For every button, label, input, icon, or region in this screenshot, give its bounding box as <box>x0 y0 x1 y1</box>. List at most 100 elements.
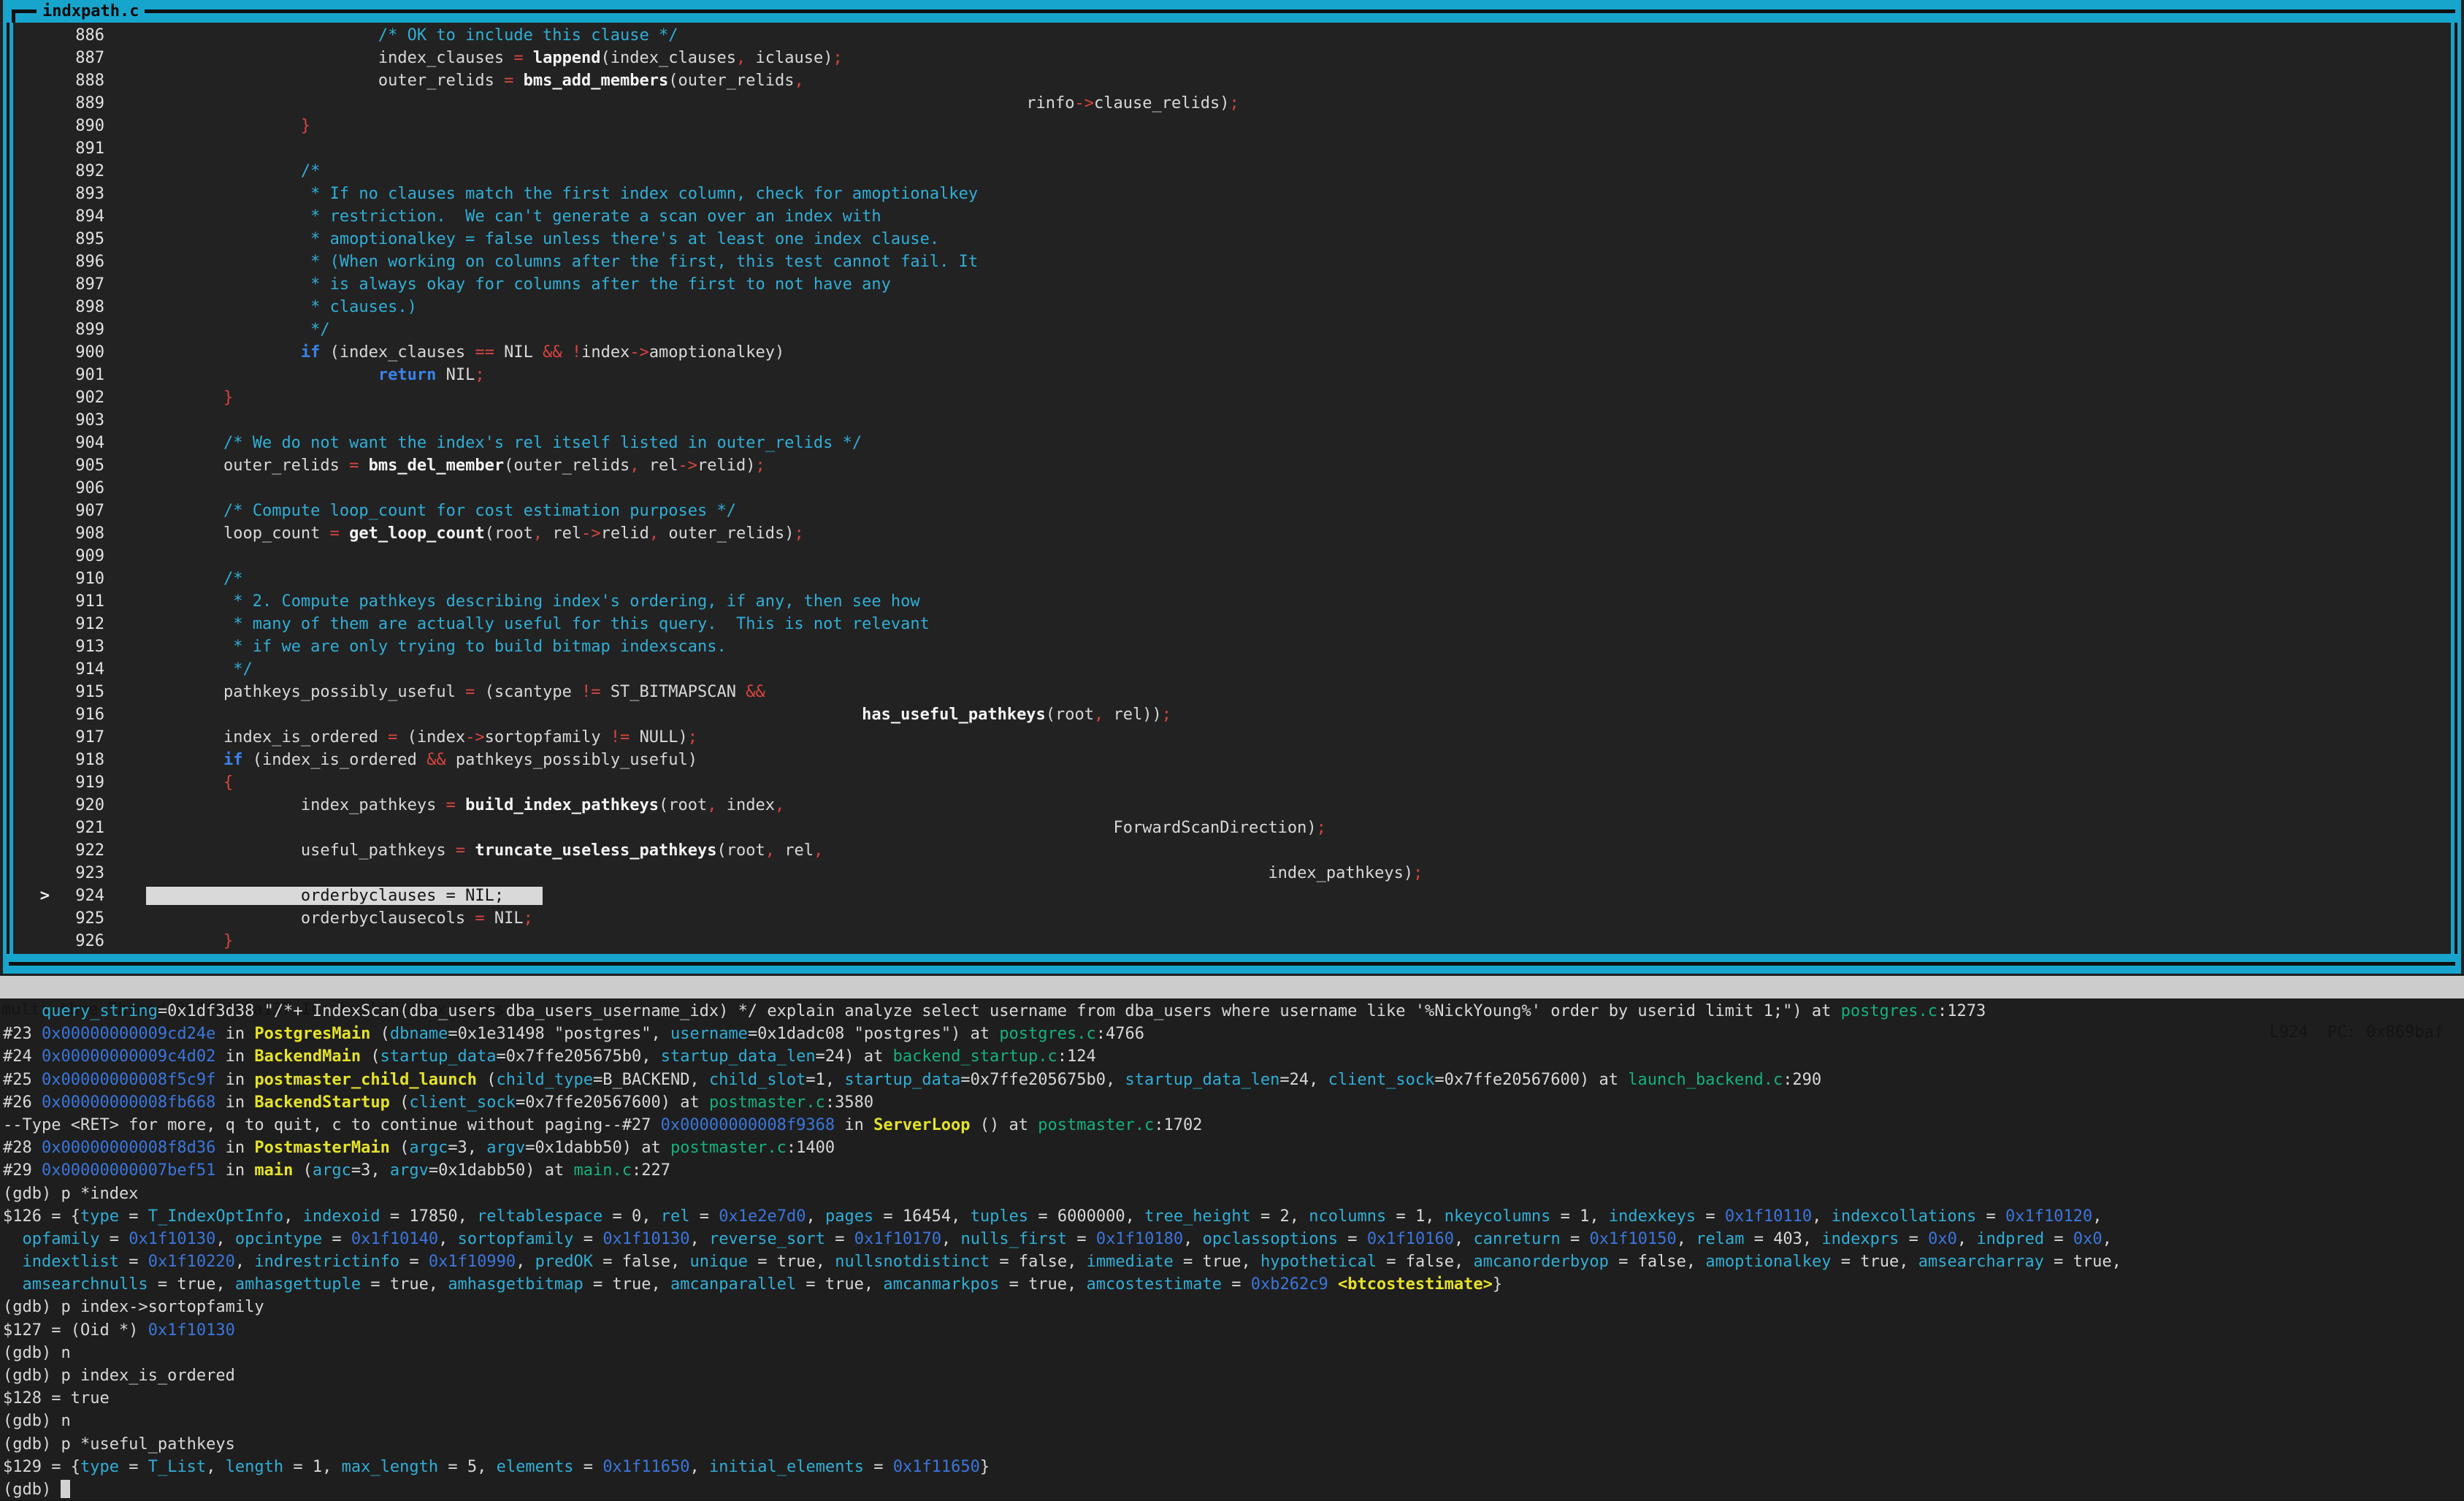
line-number: 925 <box>50 907 104 930</box>
console-line: (gdb) p index->sortopfamily <box>3 1296 2464 1318</box>
line-number: 906 <box>50 477 104 500</box>
source-line: 896 * (When working on columns after the… <box>13 251 2451 273</box>
line-number: 926 <box>50 930 104 952</box>
source-window-border-left <box>3 23 13 954</box>
source-code-text: /* <box>104 160 320 183</box>
source-code-text: return NIL; <box>104 364 485 386</box>
source-window-border-top: indxpath.c <box>3 0 2461 23</box>
source-code-text: ForwardScanDirection); <box>104 817 1326 839</box>
source-line: 895 * amoptionalkey = false unless there… <box>13 228 2451 251</box>
marker-column <box>13 794 50 817</box>
marker-column <box>13 568 50 590</box>
source-code-text: * is always okay for columns after the f… <box>104 273 891 296</box>
source-line: 912 * many of them are actually useful f… <box>13 613 2451 635</box>
source-code-text: * many of them are actually useful for t… <box>104 613 930 635</box>
source-line: 890 } <box>13 115 2451 137</box>
current-line-highlight: orderbyclauses = NIL; <box>104 885 543 907</box>
console-line: opfamily = 0x1f10130, opcintype = 0x1f10… <box>3 1228 2464 1250</box>
marker-column <box>13 500 50 522</box>
source-line: 897 * is always okay for columns after t… <box>13 273 2451 296</box>
marker-column <box>13 635 50 658</box>
source-line: 922 useful_pathkeys = truncate_useless_p… <box>13 839 2451 862</box>
gdb-console[interactable]: query_string=0x1df3d38 "/*+ IndexScan(db… <box>3 1000 2464 1501</box>
marker-column <box>13 749 50 771</box>
source-line: 921 ForwardScanDirection); <box>13 817 2451 839</box>
marker-column <box>13 907 50 930</box>
line-number: 914 <box>50 658 104 681</box>
marker-column <box>13 318 50 341</box>
marker-column <box>13 296 50 318</box>
source-code-text: index_pathkeys = build_index_pathkeys(ro… <box>104 794 784 817</box>
console-line: indextlist = 0x1f10220, indrestrictinfo … <box>3 1250 2464 1273</box>
line-number: 893 <box>50 183 104 205</box>
source-line: 886 /* OK to include this clause */ <box>13 24 2451 47</box>
source-code-text: */ <box>104 318 330 341</box>
source-file-title: indxpath.c <box>37 1 145 22</box>
source-code-text: * 2. Compute pathkeys describing index's… <box>104 590 920 613</box>
line-number: 922 <box>50 839 104 862</box>
source-code-view[interactable]: 886 /* OK to include this clause */887 i… <box>13 24 2451 952</box>
source-line: 910 /* <box>13 568 2451 590</box>
source-line: 900 if (index_clauses == NIL && !index->… <box>13 341 2451 364</box>
marker-column <box>13 771 50 794</box>
border-corner <box>12 9 15 23</box>
source-line: 915 pathkeys_possibly_useful = (scantype… <box>13 681 2451 703</box>
source-line: 906 <box>13 477 2451 500</box>
marker-column <box>13 341 50 364</box>
border-line <box>2455 23 2457 954</box>
marker-column <box>13 228 50 251</box>
source-code-text: index_pathkeys); <box>104 862 1423 885</box>
source-code-text: { <box>104 771 233 794</box>
marker-column <box>13 432 50 454</box>
console-line: #25 0x00000000008f5c9f in postmaster_chi… <box>3 1069 2464 1091</box>
source-line: 902 } <box>13 386 2451 409</box>
source-line: 926 } <box>13 930 2451 952</box>
console-line: amsearchnulls = true, amhasgettuple = tr… <box>3 1273 2464 1296</box>
source-code-text: } <box>104 386 233 409</box>
marker-column <box>13 160 50 183</box>
line-number: 903 <box>50 409 104 432</box>
source-code-text: * (When working on columns after the fir… <box>104 251 978 273</box>
marker-column <box>13 409 50 432</box>
line-number: 905 <box>50 454 104 477</box>
source-code-text: * clauses.) <box>104 296 417 318</box>
source-line: 898 * clauses.) <box>13 296 2451 318</box>
marker-column <box>13 205 50 228</box>
console-line: (gdb) p index_is_ordered <box>3 1364 2464 1387</box>
marker-column <box>13 251 50 273</box>
console-line: #23 0x00000000009cd24e in PostgresMain (… <box>3 1023 2464 1045</box>
source-code-text: } <box>104 930 233 952</box>
border-line <box>9 962 2455 966</box>
source-line: 914 */ <box>13 658 2451 681</box>
source-line: 916 has_useful_pathkeys(root, rel)); <box>13 703 2451 726</box>
source-code-text <box>104 545 146 568</box>
source-line: 901 return NIL; <box>13 364 2451 386</box>
source-code-text: index_clauses = lappend(index_clauses, i… <box>104 47 843 69</box>
gdb-tui-terminal: indxpath.c 886 /* OK to include this cla… <box>0 0 2464 1500</box>
line-number: 913 <box>50 635 104 658</box>
line-number: 908 <box>50 522 104 545</box>
marker-column <box>13 92 50 115</box>
source-line: 887 index_clauses = lappend(index_clause… <box>13 47 2451 69</box>
source-line: >924 orderbyclauses = NIL; <box>13 885 2451 907</box>
marker-column <box>13 47 50 69</box>
source-code-text: * If no clauses match the first index co… <box>104 183 978 205</box>
line-number: 894 <box>50 205 104 228</box>
marker-column <box>13 364 50 386</box>
source-code-text: */ <box>104 658 253 681</box>
line-number: 919 <box>50 771 104 794</box>
line-number: 911 <box>50 590 104 613</box>
line-number: 924 <box>50 885 104 907</box>
source-window: indxpath.c 886 /* OK to include this cla… <box>0 0 2464 974</box>
source-code-text: outer_relids = bms_del_member(outer_reli… <box>104 454 765 477</box>
source-line: 917 index_is_ordered = (index->sortopfam… <box>13 726 2451 749</box>
marker-column <box>13 69 50 92</box>
marker-column <box>13 137 50 160</box>
source-code-text: useful_pathkeys = truncate_useless_pathk… <box>104 839 823 862</box>
console-line: query_string=0x1df3d38 "/*+ IndexScan(db… <box>3 1000 2464 1023</box>
source-code-text: } <box>104 115 310 137</box>
line-number: 896 <box>50 251 104 273</box>
marker-column <box>13 454 50 477</box>
source-code-text: if (index_clauses == NIL && !index->amop… <box>104 341 784 364</box>
terminal-cursor[interactable] <box>61 1480 70 1498</box>
